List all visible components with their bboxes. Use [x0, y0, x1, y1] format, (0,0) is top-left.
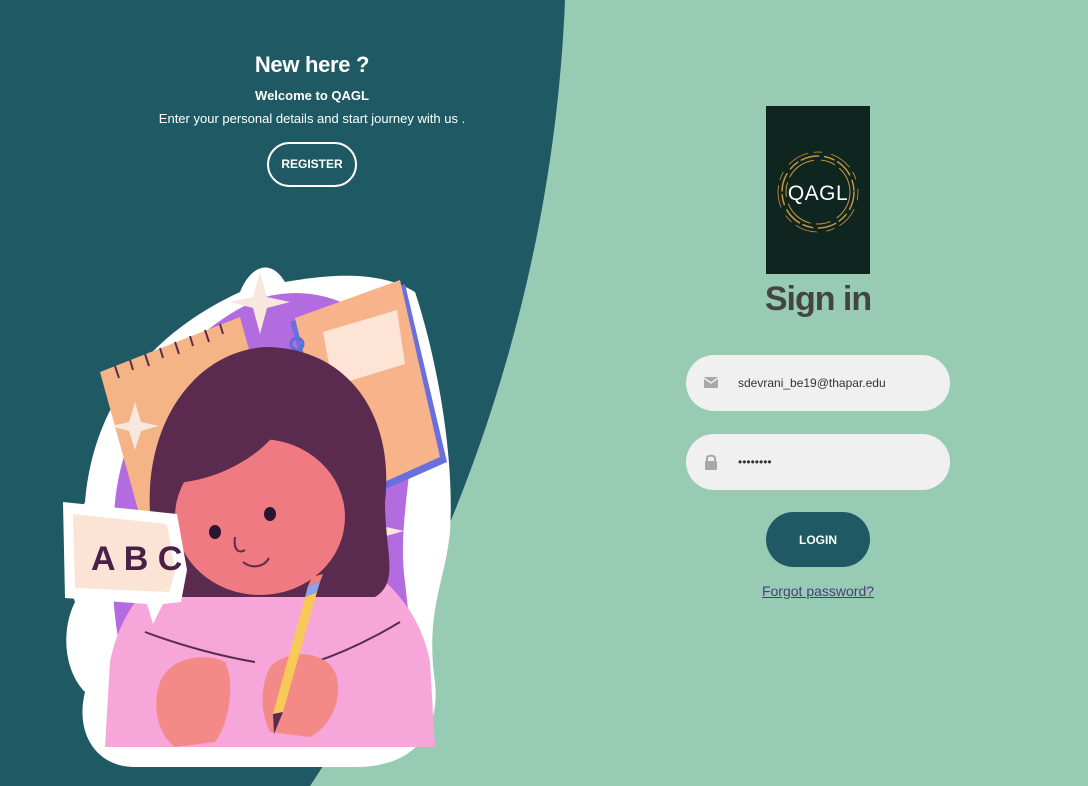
qagl-logo: QAGL [766, 106, 870, 274]
new-here-title: New here ? [254, 52, 370, 77]
forgot-password-link[interactable]: Forgot password? [718, 583, 918, 599]
email-field[interactable] [686, 355, 950, 411]
password-field[interactable] [686, 434, 950, 490]
register-panel: New here ? Welcome to QAGL Enter your pe… [92, 52, 532, 187]
speech-bubble-text: A B C [91, 540, 182, 578]
password-input[interactable] [738, 448, 938, 476]
signin-title: Sign in [764, 280, 872, 318]
email-input[interactable] [738, 369, 938, 397]
logo-text: QAGL [787, 182, 849, 205]
welcome-description: Enter your personal details and start jo… [158, 111, 466, 126]
welcome-subtitle: Welcome to QAGL [255, 88, 369, 103]
envelope-icon [703, 377, 719, 388]
lock-icon [705, 454, 717, 470]
register-button[interactable]: REGISTER [267, 142, 357, 187]
girl-studying-illustration: A B C [63, 267, 451, 767]
login-button[interactable]: LOGIN [766, 512, 870, 567]
